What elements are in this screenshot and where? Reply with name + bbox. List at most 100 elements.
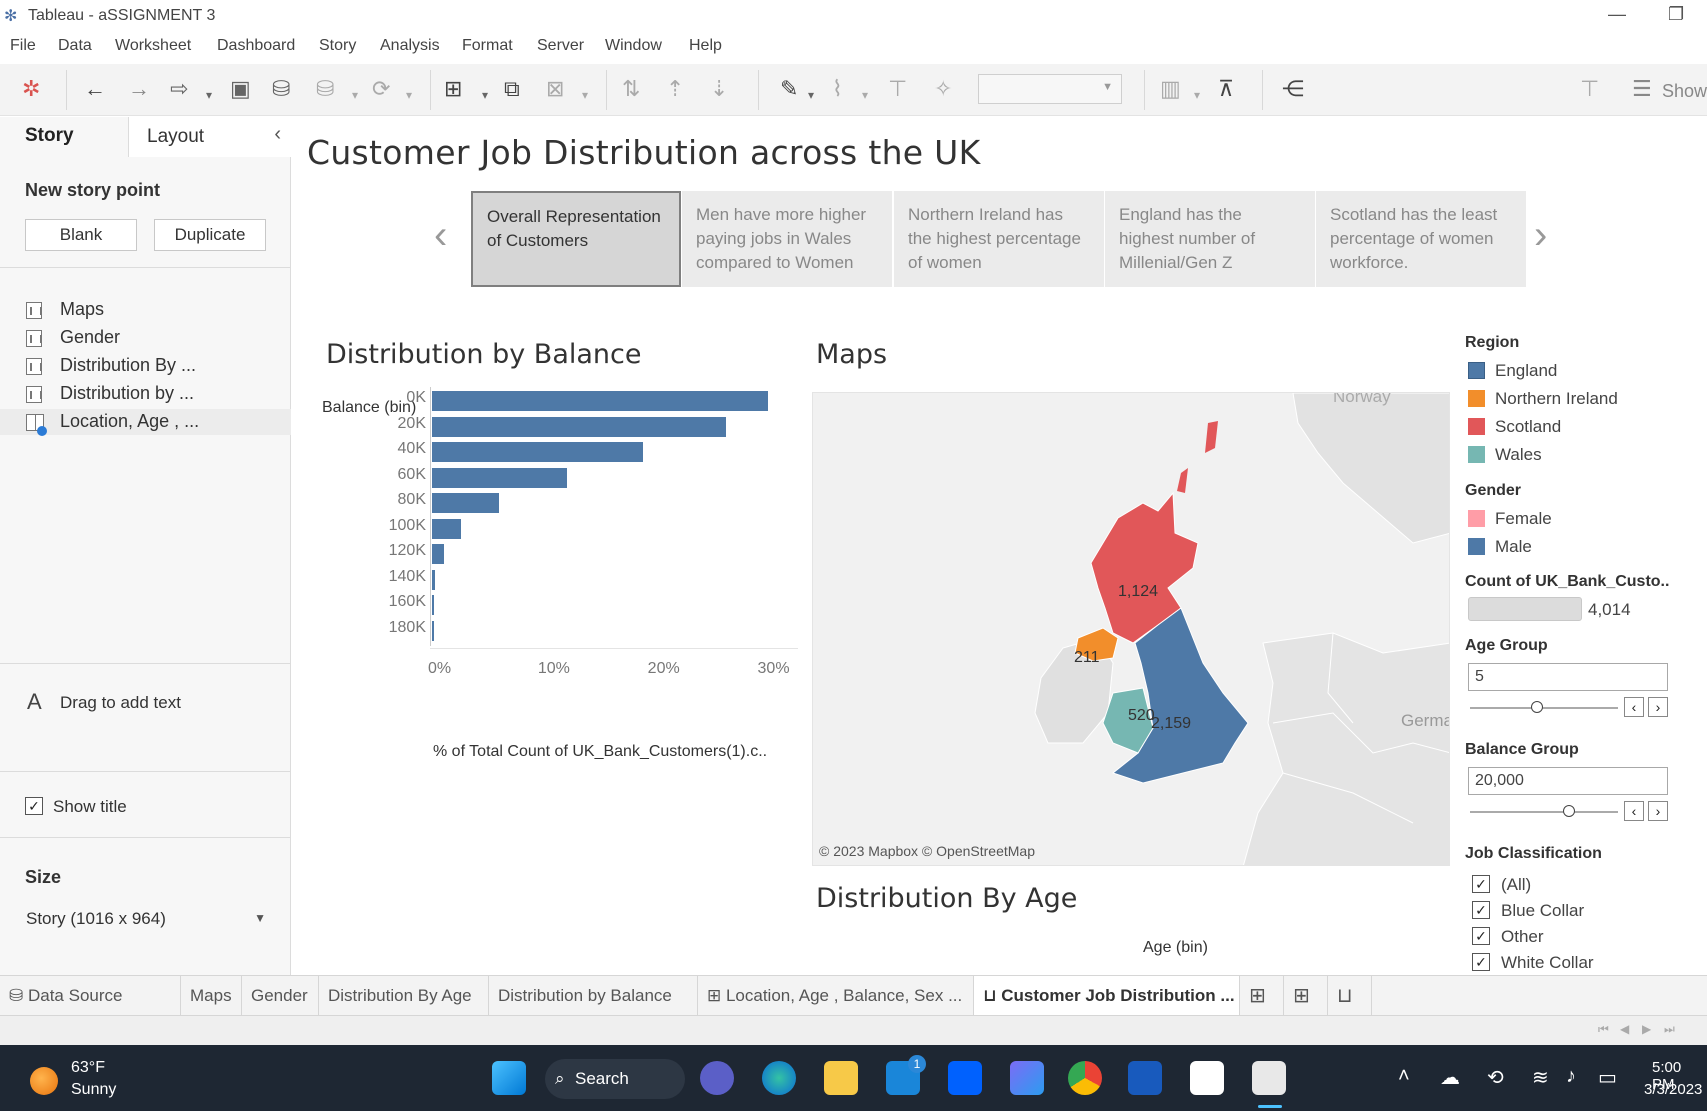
chevron-down-icon[interactable]: ▾ <box>808 82 814 108</box>
menu-worksheet[interactable]: Worksheet <box>115 37 191 55</box>
show-me-button[interactable]: Show <box>1662 78 1707 104</box>
group-icon[interactable]: ⌇ <box>832 76 843 102</box>
balance-bar[interactable] <box>432 595 434 615</box>
balance-bar[interactable] <box>432 518 461 539</box>
balance-bar[interactable] <box>432 442 643 462</box>
tab-gender[interactable]: Gender <box>242 976 319 1016</box>
dropbox-icon[interactable] <box>948 1061 982 1095</box>
job-all-checkbox[interactable]: ✓ <box>1472 875 1490 893</box>
balance-group-next-button[interactable]: › <box>1648 801 1668 821</box>
menu-story[interactable]: Story <box>319 37 356 55</box>
balance-bar[interactable] <box>432 620 434 641</box>
show-me-cards-icon[interactable]: ▥ <box>1160 76 1181 102</box>
undo-icon[interactable]: ← <box>84 76 106 102</box>
age-group-prev-button[interactable]: ‹ <box>1624 697 1644 717</box>
taskbar-search[interactable]: ⌕ Search <box>545 1059 685 1099</box>
menu-window[interactable]: Window <box>605 37 662 55</box>
tab-distribution-by-age[interactable]: Distribution By Age <box>319 976 489 1016</box>
menu-analysis[interactable]: Analysis <box>380 37 440 55</box>
presentation-mode-icon[interactable]: ⊼ <box>1218 76 1234 102</box>
collapse-pane-icon[interactable]: ‹ <box>274 123 281 146</box>
last-sheet-icon[interactable]: ⏭ <box>1664 1022 1675 1037</box>
windows-start-icon[interactable] <box>492 1061 526 1095</box>
sheet-item-gender[interactable]: Gender <box>0 325 291 351</box>
drag-to-add-text[interactable]: Drag to add text <box>60 693 181 713</box>
menu-format[interactable]: Format <box>462 37 513 55</box>
chevron-down-icon[interactable]: ▾ <box>482 82 488 108</box>
balance-bar[interactable] <box>432 391 769 411</box>
balance-bar[interactable] <box>432 416 727 437</box>
new-dashboard-tab-icon[interactable]: ⊞ <box>1284 976 1328 1016</box>
sheet-item-distribution-by-age[interactable]: Distribution By ... <box>0 353 291 379</box>
clock-date[interactable]: 3/3/2023 <box>1644 1081 1702 1098</box>
show-me-icon[interactable]: ☰ <box>1632 76 1652 102</box>
balance-group-prev-button[interactable]: ‹ <box>1624 801 1644 821</box>
uk-region-map[interactable]: Norway German 1,124 211 2,159 520 © 2023… <box>812 392 1450 866</box>
chevron-down-icon[interactable]: ▾ <box>352 82 358 108</box>
blank-button[interactable]: Blank <box>25 219 137 251</box>
pin-icon[interactable]: ⊤ <box>1580 76 1599 102</box>
story-point-3[interactable]: Northern Ireland has the highest percent… <box>894 191 1104 287</box>
menu-data[interactable]: Data <box>58 37 92 55</box>
story-prev-icon[interactable]: ‹ <box>434 213 447 258</box>
job-other-checkbox[interactable]: ✓ <box>1472 927 1490 945</box>
tab-customer-job-story[interactable]: ⊔ Customer Job Distribution ... <box>974 976 1240 1016</box>
prev-sheet-icon[interactable]: ◀ <box>1620 1022 1629 1036</box>
balance-group-input[interactable]: 20,000 <box>1468 767 1668 795</box>
tray-overflow-icon[interactable]: ˄ <box>1398 1065 1410 1088</box>
sync-icon[interactable]: ⟲ <box>1487 1065 1504 1090</box>
show-title-checkbox[interactable]: ✓ <box>25 797 43 815</box>
tableau-taskbar-icon[interactable] <box>1190 1061 1224 1095</box>
next-sheet-icon[interactable]: ▶ <box>1642 1022 1651 1036</box>
balance-bar[interactable] <box>432 467 568 488</box>
story-next-icon[interactable]: › <box>1534 213 1547 258</box>
chrome-icon[interactable] <box>1068 1061 1102 1095</box>
fix-axes-icon[interactable]: ✧ <box>934 76 952 102</box>
replay-icon[interactable]: ⇨ <box>170 76 188 102</box>
story-point-1[interactable]: Overall Representation of Customers <box>471 191 681 287</box>
tab-layout[interactable]: Layout ‹ <box>128 117 291 157</box>
chevron-down-icon[interactable]: ▾ <box>406 82 412 108</box>
age-group-next-button[interactable]: › <box>1648 697 1668 717</box>
balance-bar[interactable] <box>432 493 499 513</box>
balance-bar[interactable] <box>432 544 445 564</box>
chevron-down-icon[interactable]: ▾ <box>582 82 588 108</box>
duplicate-sheet-icon[interactable]: ⧉ <box>504 76 520 102</box>
fit-dropdown[interactable]: ▼ <box>978 74 1122 104</box>
chevron-down-icon[interactable]: ▾ <box>206 82 212 108</box>
job-white-collar-checkbox[interactable]: ✓ <box>1472 953 1490 971</box>
weather-condition[interactable]: Sunny <box>71 1081 116 1099</box>
minimize-button[interactable]: — <box>1608 4 1626 25</box>
volume-icon[interactable]: ♪ <box>1566 1065 1576 1088</box>
tab-distribution-by-balance[interactable]: Distribution by Balance <box>489 976 698 1016</box>
teams-chat-icon[interactable] <box>700 1061 734 1095</box>
redo-icon[interactable]: → <box>128 76 150 102</box>
restore-button[interactable]: ❐ <box>1668 4 1684 25</box>
word-icon[interactable] <box>1128 1061 1162 1095</box>
size-dropdown[interactable]: Story (1016 x 964) ▼ <box>26 909 266 935</box>
tableau-home-icon[interactable]: ✲ <box>22 76 40 102</box>
copilot-icon[interactable] <box>1010 1061 1044 1095</box>
clear-sheet-icon[interactable]: ⊠ <box>546 76 564 102</box>
sheet-item-maps[interactable]: Maps <box>0 297 291 323</box>
menu-file[interactable]: File <box>10 37 36 55</box>
age-group-slider-handle[interactable] <box>1530 701 1543 713</box>
new-story-tab-icon[interactable]: ⊔ <box>1328 976 1372 1016</box>
tab-data-source[interactable]: ⛁ Data Source <box>0 976 181 1016</box>
chevron-down-icon[interactable]: ▾ <box>862 82 868 108</box>
sort-descending-icon[interactable]: ⇣ <box>710 76 728 102</box>
story-point-5[interactable]: Scotland has the least percentage of wom… <box>1316 191 1526 287</box>
chevron-down-icon[interactable]: ▾ <box>1194 82 1200 108</box>
tab-maps[interactable]: Maps <box>181 976 242 1016</box>
sheet-item-location-dashboard[interactable]: Location, Age , ... <box>0 409 291 436</box>
swap-icon[interactable]: ⇅ <box>622 76 640 102</box>
menu-server[interactable]: Server <box>537 37 584 55</box>
file-explorer-icon[interactable] <box>824 1061 858 1095</box>
first-sheet-icon[interactable]: ⏮ <box>1598 1022 1609 1037</box>
highlight-icon[interactable]: ✎ <box>780 76 798 102</box>
weather-temperature[interactable]: 63°F <box>71 1059 105 1077</box>
tab-location-dashboard[interactable]: ⊞ Location, Age , Balance, Sex ... <box>698 976 974 1016</box>
text-object-icon[interactable]: A <box>27 689 42 715</box>
story-point-2[interactable]: Men have more higher paying jobs in Wale… <box>682 191 892 287</box>
refresh-icon[interactable]: ⟳ <box>372 76 390 102</box>
